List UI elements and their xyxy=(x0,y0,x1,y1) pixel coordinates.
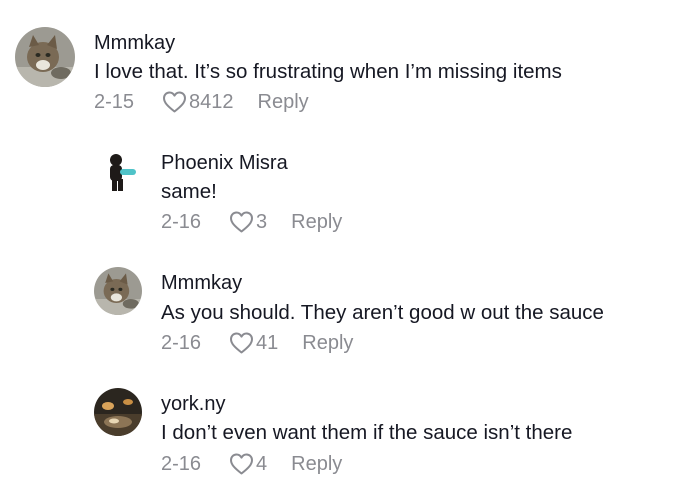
like-count: 8412 xyxy=(189,91,234,113)
reply-button[interactable]: Reply xyxy=(302,331,353,355)
comment-meta: 2-16 3 Reply xyxy=(161,210,342,234)
comment-meta: 2-16 4 Reply xyxy=(161,452,342,476)
comment-username[interactable]: Mmmkay xyxy=(94,31,175,55)
avatar[interactable] xyxy=(94,147,142,195)
comment-text: As you should. They aren’t good w out th… xyxy=(161,301,604,324)
like-count: 3 xyxy=(256,211,268,233)
person-avatar-icon xyxy=(94,147,142,195)
comment-date: 2-16 xyxy=(161,332,202,354)
avatar[interactable] xyxy=(94,388,142,436)
heart-icon xyxy=(230,332,254,354)
reply-button[interactable]: Reply xyxy=(258,90,309,114)
like-count: 41 xyxy=(256,332,279,354)
like-button[interactable]: 4 xyxy=(229,452,267,476)
cat-avatar-icon xyxy=(15,27,75,87)
comment-date: 2-16 xyxy=(161,453,202,475)
comment-date: 2-15 xyxy=(94,91,135,113)
avatar[interactable] xyxy=(15,27,75,87)
like-button[interactable]: 8412 xyxy=(162,90,234,114)
avatar[interactable] xyxy=(94,267,142,315)
comment-text: I love that. It’s so frustrating when I’… xyxy=(94,60,562,83)
comment-username[interactable]: york.ny xyxy=(161,392,225,416)
comment-text: same! xyxy=(161,180,217,203)
comment-text: I don’t even want them if the sauce isn’… xyxy=(161,421,573,444)
cat-avatar-icon xyxy=(94,267,142,315)
comment-date: 2-16 xyxy=(161,211,202,233)
like-count: 4 xyxy=(256,453,268,475)
like-button[interactable]: 41 xyxy=(229,331,278,355)
heart-icon xyxy=(230,453,254,475)
photo-avatar-icon xyxy=(94,388,142,436)
like-button[interactable]: 3 xyxy=(229,210,267,234)
heart-icon xyxy=(230,211,254,233)
reply-button[interactable]: Reply xyxy=(291,210,342,234)
comment-meta: 2-15 8412 Reply xyxy=(94,90,309,114)
comment-username[interactable]: Phoenix Misra xyxy=(161,151,288,175)
reply-button[interactable]: Reply xyxy=(291,452,342,476)
comment-meta: 2-16 41 Reply xyxy=(161,331,353,355)
comment-username[interactable]: Mmmkay xyxy=(161,271,242,295)
heart-icon xyxy=(163,91,187,113)
